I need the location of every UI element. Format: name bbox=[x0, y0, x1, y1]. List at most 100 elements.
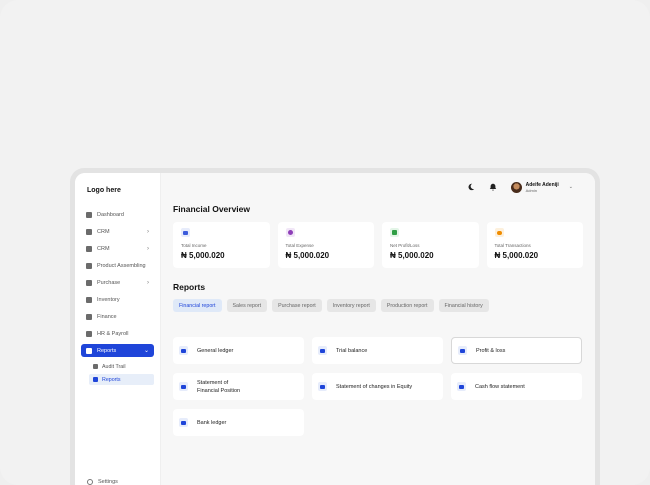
overview-cards: Total Income ₦ 5,000.020 Total Expense ₦… bbox=[173, 222, 583, 268]
box-icon bbox=[86, 262, 92, 269]
stat-value: ₦ 5,000.020 bbox=[285, 251, 330, 260]
main-content: Adeife Adeniji Admin ⌄ Financial Overvie… bbox=[161, 173, 595, 485]
archive-icon bbox=[86, 296, 92, 303]
report-tabs: Financial report Sales report Purchase r… bbox=[173, 299, 583, 312]
topbar: Adeife Adeniji Admin ⌄ bbox=[173, 173, 583, 201]
sidebar-item-inventory[interactable]: Inventory bbox=[81, 293, 154, 306]
sidebar-item-reports[interactable]: Reports ⌄ bbox=[81, 344, 154, 357]
tag-icon bbox=[86, 279, 92, 286]
report-icon bbox=[458, 346, 467, 355]
report-list: General ledger Trial balance Profit & lo… bbox=[173, 337, 583, 436]
user-info: Adeife Adeniji Admin bbox=[526, 182, 559, 193]
chevron-right-icon: › bbox=[147, 245, 149, 252]
sidebar-subitem-label: Audit Trail bbox=[102, 363, 126, 370]
wallet-icon bbox=[181, 228, 190, 237]
stat-card-net-profit-loss: Net Profit/Loss ₦ 5,000.020 bbox=[382, 222, 479, 268]
tag-icon bbox=[285, 228, 295, 237]
tab-inventory-report[interactable]: Inventory report bbox=[326, 299, 376, 312]
users-icon bbox=[86, 245, 92, 252]
stat-card-total-transactions: Total Transactions ₦ 5,000.020 bbox=[486, 222, 583, 268]
sidebar-subitem-label: Reports bbox=[102, 376, 121, 383]
chevron-right-icon: › bbox=[147, 279, 149, 286]
logo: Logo here bbox=[87, 187, 121, 194]
report-icon bbox=[86, 347, 92, 354]
wallet-icon bbox=[86, 313, 92, 320]
sidebar-item-label: HR & Payroll bbox=[97, 330, 129, 337]
sidebar-item-label: Product Assembling bbox=[97, 262, 146, 269]
stat-card-total-expense: Total Expense ₦ 5,000.020 bbox=[277, 222, 374, 268]
bell-icon[interactable] bbox=[489, 183, 497, 191]
report-item-cash-flow-statement[interactable]: Cash flow statement bbox=[451, 373, 582, 400]
stat-value: ₦ 5,000.020 bbox=[390, 251, 434, 260]
sidebar-subitem-reports[interactable]: Reports bbox=[89, 374, 154, 385]
section-title-reports: Reports bbox=[173, 282, 206, 292]
sidebar-item-label: Reports bbox=[97, 347, 117, 354]
sidebar-item-label: Finance bbox=[97, 313, 117, 320]
report-icon bbox=[179, 346, 188, 355]
report-icon bbox=[457, 382, 466, 391]
sidebar-item-crm-2[interactable]: CRM › bbox=[81, 242, 154, 255]
report-icon bbox=[179, 418, 188, 427]
sidebar-item-product-assembling[interactable]: Product Assembling bbox=[81, 259, 154, 272]
sidebar-item-hr-payroll[interactable]: HR & Payroll bbox=[81, 327, 154, 340]
stat-value: ₦ 5,000.020 bbox=[494, 251, 539, 260]
report-item-statement-changes-equity[interactable]: Statement of changes in Equity bbox=[312, 373, 443, 400]
sidebar-item-label: CRM bbox=[97, 245, 110, 252]
briefcase-icon bbox=[86, 330, 92, 337]
tab-financial-report[interactable]: Financial report bbox=[173, 299, 222, 312]
sidebar-item-crm[interactable]: CRM › bbox=[81, 225, 154, 238]
sidebar-subitem-audit-trail[interactable]: Audit Trail bbox=[89, 361, 154, 372]
tab-financial-history[interactable]: Financial history bbox=[438, 299, 489, 312]
moon-icon[interactable] bbox=[467, 183, 475, 191]
report-item-label: Profit & loss bbox=[476, 347, 506, 354]
sidebar-item-label: Inventory bbox=[97, 296, 120, 303]
report-item-label: Bank ledger bbox=[197, 419, 227, 426]
stat-label: Net Profit/Loss bbox=[390, 243, 420, 248]
report-item-label: General ledger bbox=[197, 347, 234, 354]
report-item-statement-financial-position[interactable]: Statement of Financial Position bbox=[173, 373, 304, 400]
sidebar-item-purchase[interactable]: Purchase › bbox=[81, 276, 154, 289]
grid-icon bbox=[86, 211, 92, 218]
report-item-label: Statement of Financial Position bbox=[197, 379, 241, 394]
report-icon bbox=[318, 346, 327, 355]
report-item-bank-ledger[interactable]: Bank ledger bbox=[173, 409, 304, 436]
sidebar-item-label: CRM bbox=[97, 228, 110, 235]
sidebar-item-dashboard[interactable]: Dashboard bbox=[81, 208, 154, 221]
sidebar-item-finance[interactable]: Finance bbox=[81, 310, 154, 323]
section-title-overview: Financial Overview bbox=[173, 204, 251, 214]
report-item-general-ledger[interactable]: General ledger bbox=[173, 337, 304, 364]
tab-sales-report[interactable]: Sales report bbox=[226, 299, 268, 312]
stat-label: Total Expense bbox=[285, 243, 314, 248]
report-item-label: Statement of changes in Equity bbox=[336, 383, 413, 390]
chevron-right-icon: › bbox=[147, 228, 149, 235]
gear-icon bbox=[87, 479, 93, 485]
device-frame: Logo here Dashboard CRM › CRM › Product … bbox=[70, 168, 600, 485]
file-icon bbox=[93, 364, 98, 369]
file-icon bbox=[93, 377, 98, 382]
sidebar-item-settings[interactable]: Settings bbox=[87, 479, 118, 485]
user-role: Admin bbox=[525, 187, 537, 193]
sidebar-item-label: Settings bbox=[98, 479, 118, 485]
stat-label: Total Transactions bbox=[494, 243, 531, 248]
user-menu[interactable]: Adeife Adeniji Admin ⌄ bbox=[510, 181, 573, 193]
chevron-down-icon: ⌄ bbox=[143, 348, 149, 354]
download-icon bbox=[390, 228, 399, 237]
report-icon bbox=[179, 382, 188, 391]
stat-card-total-income: Total Income ₦ 5,000.020 bbox=[173, 222, 270, 268]
users-icon bbox=[86, 228, 92, 235]
tab-purchase-report[interactable]: Purchase report bbox=[272, 299, 322, 312]
report-item-label: Cash flow statement bbox=[475, 383, 525, 390]
sidebar-item-label: Purchase bbox=[97, 279, 121, 286]
user-name: Adeife Adeniji bbox=[525, 181, 559, 188]
coins-icon bbox=[494, 228, 504, 237]
avatar bbox=[510, 181, 522, 193]
stat-label: Total Income bbox=[181, 243, 207, 248]
report-item-label: Trial balance bbox=[336, 347, 368, 354]
stat-value: ₦ 5,000.020 bbox=[181, 251, 225, 260]
tab-production-report[interactable]: Production report bbox=[380, 299, 434, 312]
sidebar-item-label: Dashboard bbox=[97, 211, 124, 218]
chevron-down-icon: ⌄ bbox=[568, 184, 573, 190]
report-item-profit-loss[interactable]: Profit & loss bbox=[451, 337, 582, 364]
sidebar: Logo here Dashboard CRM › CRM › Product … bbox=[75, 173, 161, 485]
report-item-trial-balance[interactable]: Trial balance bbox=[312, 337, 443, 364]
